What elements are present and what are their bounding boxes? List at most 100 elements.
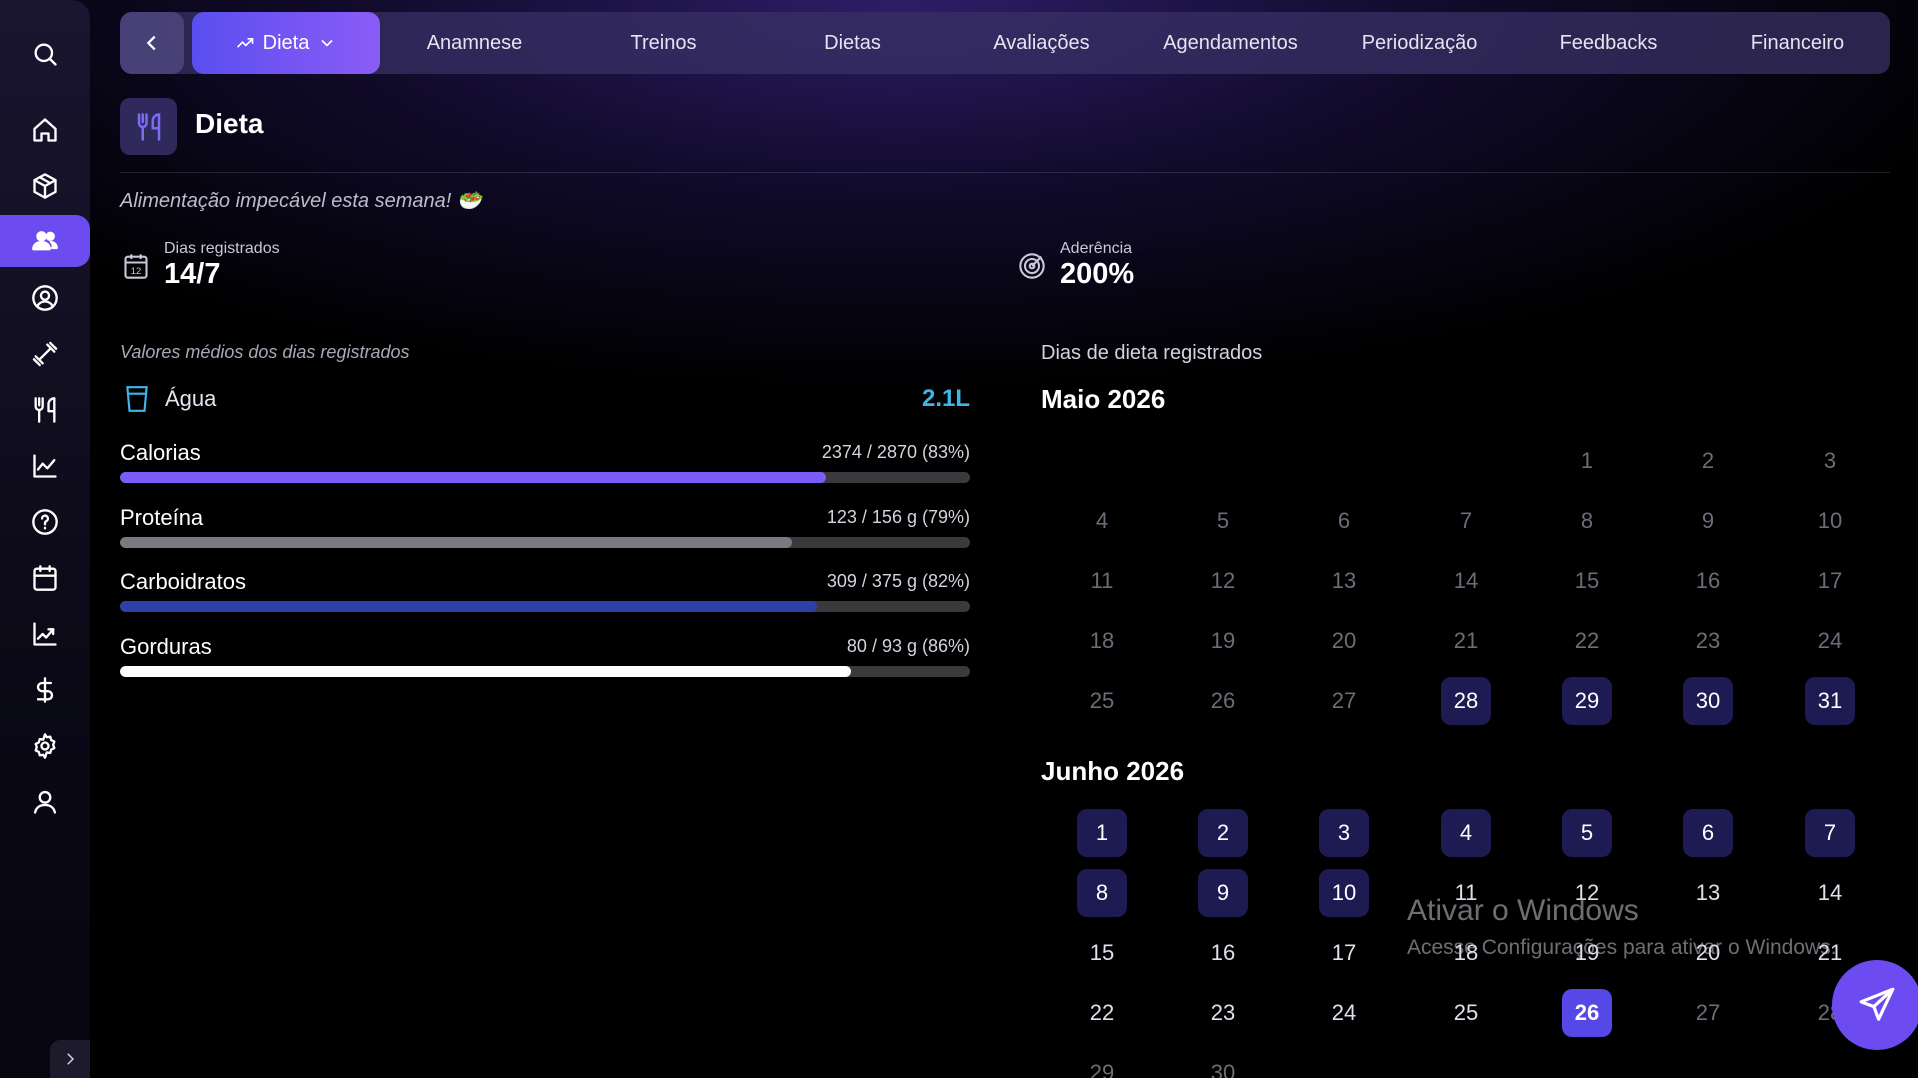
user-icon[interactable] [0,776,90,828]
calendar-icon[interactable] [0,552,90,604]
tab-dieta-dropdown[interactable]: Dieta [192,12,380,74]
trending-icon[interactable] [0,608,90,660]
calendar-day[interactable]: 16 [1198,929,1248,977]
target-icon [1019,253,1045,279]
tab-anamnese[interactable]: Anamnese [380,12,569,74]
calendar-day[interactable]: 26 [1198,677,1248,725]
tab-treinos[interactable]: Treinos [569,12,758,74]
page-title: Dieta [195,108,264,139]
macro-value: 309 / 375 g (82%) [826,571,970,591]
calendar-day[interactable]: 16 [1683,557,1733,605]
calendar-day-registered[interactable]: 3 [1319,809,1369,857]
macro-value: 80 / 93 g (86%) [846,636,970,656]
calendar-day[interactable]: 10 [1805,497,1855,545]
diet-header-icon [120,98,177,155]
calendar-day-registered[interactable]: 4 [1441,809,1491,857]
days-registered-value: 14/7 [164,258,221,290]
dollar-icon[interactable] [0,664,90,716]
calendar-day[interactable]: 11 [1077,557,1127,605]
calendar-day-today[interactable]: 26 [1562,989,1612,1037]
calendar-day[interactable]: 3 [1805,437,1855,485]
adherence-value: 200% [1060,258,1135,290]
search-icon[interactable] [0,28,90,80]
calendar-day[interactable]: 19 [1198,617,1248,665]
user-circle-icon[interactable] [0,272,90,324]
calendar-day[interactable]: 20 [1319,617,1369,665]
water-row: Água 2.1L [120,382,970,414]
calendar-day[interactable]: 24 [1805,617,1855,665]
calendar-day[interactable]: 22 [1077,989,1127,1037]
calendar-day[interactable]: 7 [1441,497,1491,545]
tab-periodizacao[interactable]: Periodização [1325,12,1514,74]
send-button[interactable] [1832,960,1918,1050]
calendar-day[interactable]: 6 [1319,497,1369,545]
macro-row: Calorias 2374 / 2870 (83%) [120,440,970,490]
calendar-day[interactable]: 4 [1077,497,1127,545]
calendar-day[interactable]: 17 [1319,929,1369,977]
back-button[interactable] [120,12,184,74]
calendar-day-registered[interactable]: 28 [1441,677,1491,725]
calendar-day[interactable]: 15 [1562,557,1612,605]
calendar-day[interactable]: 23 [1198,989,1248,1037]
calendar-day[interactable]: 29 [1077,1049,1127,1078]
averages-label: Valores médios dos dias registrados [120,342,410,362]
calendar-day[interactable]: 5 [1198,497,1248,545]
calendar-day[interactable]: 13 [1319,557,1369,605]
tab-avaliacoes[interactable]: Avaliações [947,12,1136,74]
calendar-day-registered[interactable]: 29 [1562,677,1612,725]
calendar-day-registered[interactable]: 1 [1077,809,1127,857]
calendar-day[interactable]: 1 [1562,437,1612,485]
calendar-day-registered[interactable]: 9 [1198,869,1248,917]
utensils-icon[interactable] [0,384,90,436]
tab-agendamentos[interactable]: Agendamentos [1136,12,1325,74]
calendar-day[interactable]: 25 [1077,677,1127,725]
calendar-day[interactable]: 13 [1683,869,1733,917]
calendar-day-registered[interactable]: 8 [1077,869,1127,917]
calendar-day[interactable]: 23 [1683,617,1733,665]
home-icon[interactable] [0,104,90,156]
calendar-day[interactable]: 17 [1805,557,1855,605]
calendar-day[interactable]: 18 [1077,617,1127,665]
calendar-day-registered[interactable]: 7 [1805,809,1855,857]
calendar-day[interactable]: 25 [1441,989,1491,1037]
calendar-day-registered[interactable]: 10 [1319,869,1369,917]
calendar-day[interactable]: 8 [1562,497,1612,545]
top-nav: Dieta Anamnese Treinos Dietas Avaliações… [120,12,1890,74]
tab-dietas[interactable]: Dietas [758,12,947,74]
help-icon[interactable] [0,496,90,548]
chevron-left-icon [146,35,156,51]
macro-row: Proteína 123 / 156 g (79%) [120,505,970,555]
calendar-day-registered[interactable]: 30 [1683,677,1733,725]
calendar-day[interactable]: 12 [1198,557,1248,605]
expand-sidebar-button[interactable] [50,1040,90,1078]
chart-line-icon[interactable] [0,440,90,492]
calendar-day[interactable]: 14 [1805,869,1855,917]
calendar-day-registered[interactable]: 6 [1683,809,1733,857]
dumbbell-icon[interactable] [0,328,90,380]
calendar-day[interactable]: 30 [1198,1049,1248,1078]
calendar-day-registered[interactable]: 2 [1198,809,1248,857]
gear-icon[interactable] [0,720,90,772]
calendar-day[interactable]: 21 [1441,617,1491,665]
trending-up-icon [236,38,253,48]
calendar-day[interactable]: 14 [1441,557,1491,605]
calendar-day[interactable]: 15 [1077,929,1127,977]
users-icon[interactable] [0,215,90,267]
package-icon[interactable] [0,160,90,212]
macro-value: 2374 / 2870 (83%) [821,442,970,462]
calendar-day[interactable]: 27 [1683,989,1733,1037]
water-label: Água [165,386,217,411]
calendar-day[interactable]: 9 [1683,497,1733,545]
calendar-day[interactable]: 22 [1562,617,1612,665]
calendar-day-registered[interactable]: 5 [1562,809,1612,857]
macro-name: Gorduras [120,634,212,659]
calendar-day[interactable]: 2 [1683,437,1733,485]
month-title: Maio 2026 [1041,384,1166,414]
calendar-day[interactable]: 24 [1319,989,1369,1037]
stat-days-registered: 12 Dias registrados 14/7 [122,240,280,290]
calendar-day[interactable]: 27 [1319,677,1369,725]
tab-feedbacks[interactable]: Feedbacks [1514,12,1703,74]
macro-name: Carboidratos [120,569,246,594]
tab-financeiro[interactable]: Financeiro [1703,12,1892,74]
calendar-day-registered[interactable]: 31 [1805,677,1855,725]
